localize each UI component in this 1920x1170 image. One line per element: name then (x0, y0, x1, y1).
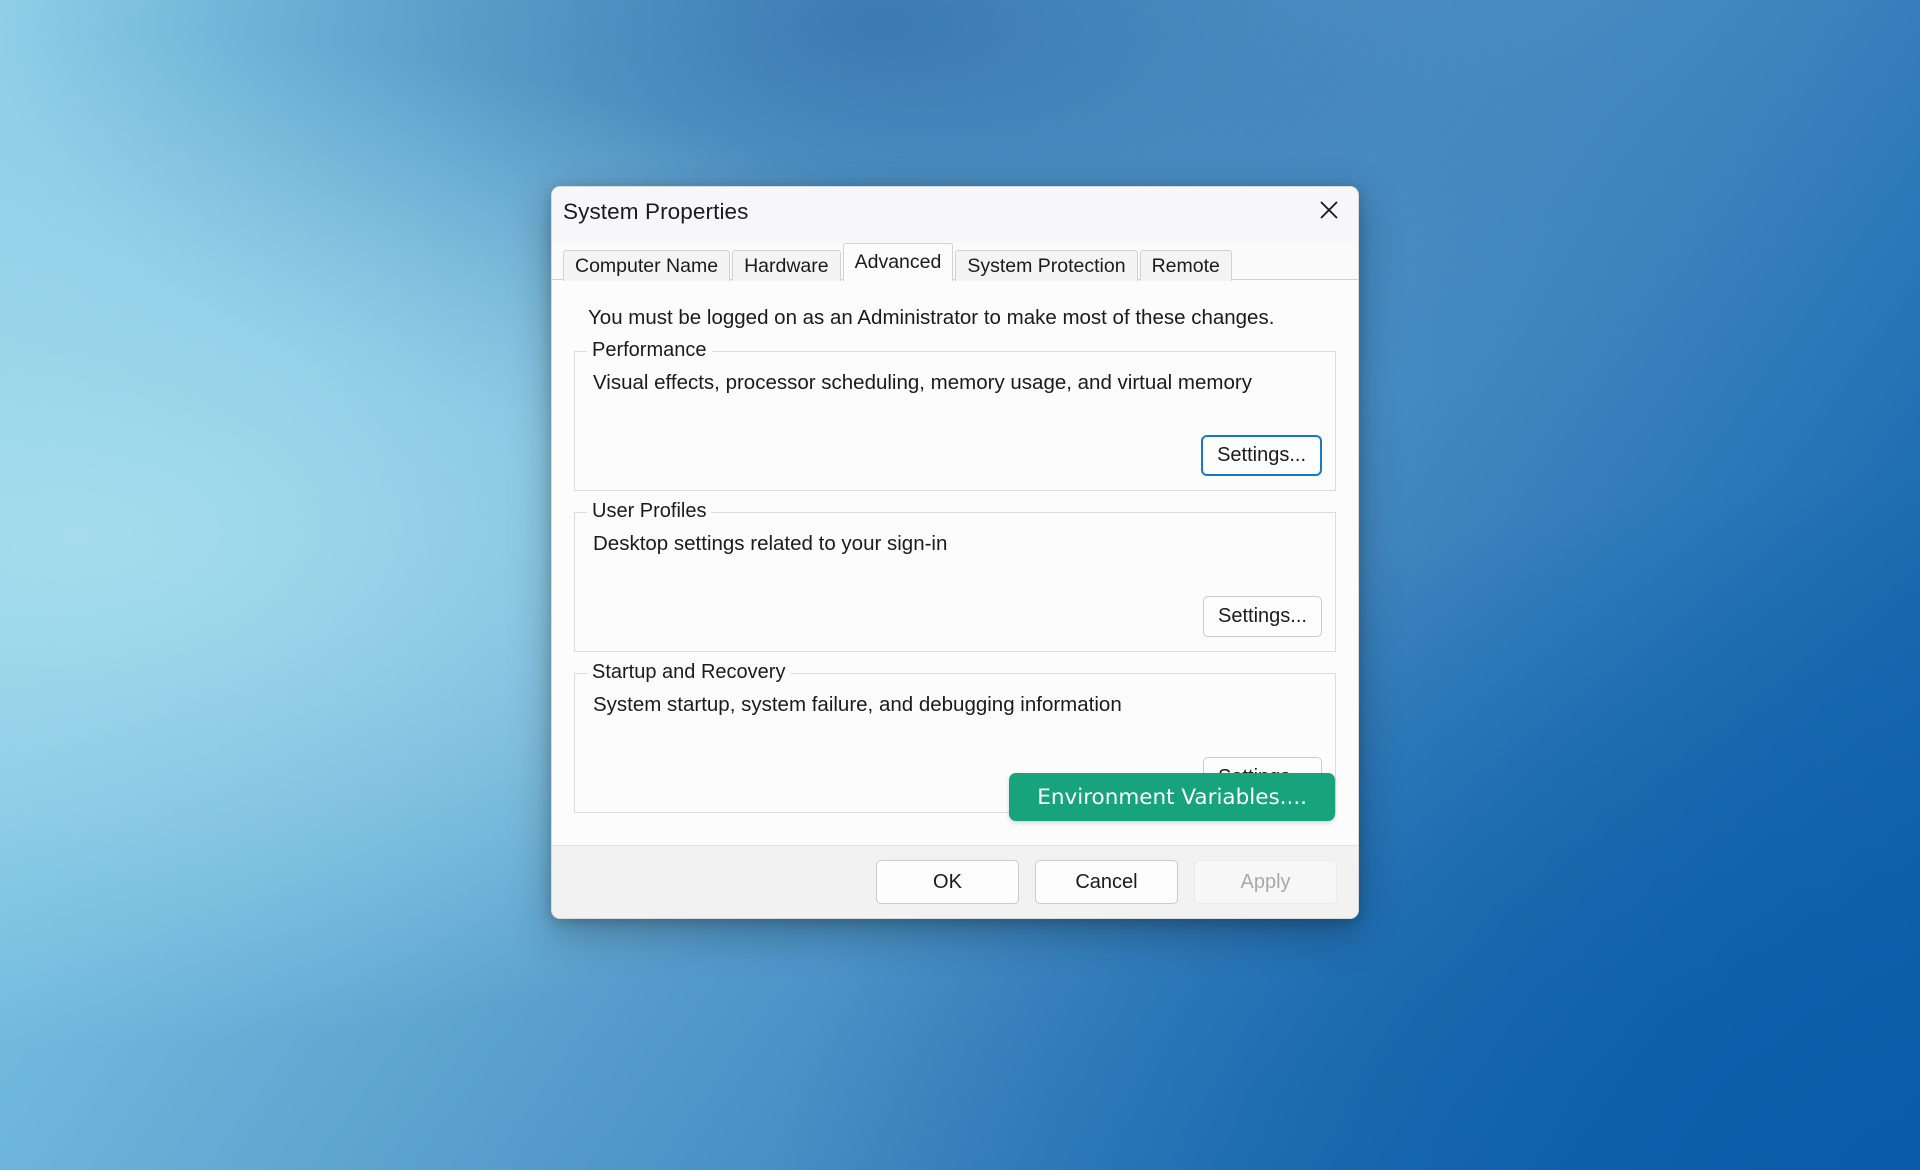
tab-remote[interactable]: Remote (1139, 250, 1232, 281)
tab-hardware[interactable]: Hardware (732, 250, 841, 281)
user-profiles-button-row: Settings... (1203, 596, 1322, 637)
startup-recovery-group-label: Startup and Recovery (587, 661, 791, 684)
environment-variables-button[interactable]: Environment Variables.... (1009, 773, 1335, 821)
title-bar: System Properties (552, 187, 1358, 242)
performance-group-label: Performance (587, 339, 712, 362)
tab-computer-name[interactable]: Computer Name (563, 250, 731, 281)
tab-label: System Protection (967, 254, 1126, 277)
user-profiles-settings-button[interactable]: Settings... (1203, 596, 1322, 637)
window-title: System Properties (563, 199, 749, 224)
performance-button-row: Settings... (1201, 435, 1322, 476)
close-icon[interactable] (1300, 187, 1358, 233)
user-profiles-group-label: User Profiles (587, 500, 712, 523)
system-properties-dialog: System Properties Computer Name Hardware… (551, 186, 1359, 919)
apply-button: Apply (1194, 860, 1337, 904)
performance-settings-button[interactable]: Settings... (1201, 435, 1322, 476)
tab-system-protection[interactable]: System Protection (955, 250, 1138, 281)
cancel-button[interactable]: Cancel (1035, 860, 1178, 904)
environment-variables-row: Environment Variables.... (1009, 773, 1335, 821)
tab-strip: Computer Name Hardware Advanced System P… (552, 242, 1358, 281)
advanced-tab-panel: You must be logged on as an Administrato… (552, 279, 1358, 845)
tab-advanced[interactable]: Advanced (842, 243, 954, 281)
tab-label: Advanced (854, 251, 942, 273)
tab-label: Computer Name (575, 254, 719, 277)
user-profiles-group: User Profiles Desktop settings related t… (574, 500, 1336, 652)
tab-label: Remote (1151, 254, 1220, 277)
administrator-notice: You must be logged on as an Administrato… (588, 306, 1275, 329)
ok-button[interactable]: OK (876, 860, 1019, 904)
dialog-footer: OK Cancel Apply (552, 845, 1358, 918)
tab-label: Hardware (744, 254, 829, 277)
performance-group: Performance Visual effects, processor sc… (574, 339, 1336, 491)
